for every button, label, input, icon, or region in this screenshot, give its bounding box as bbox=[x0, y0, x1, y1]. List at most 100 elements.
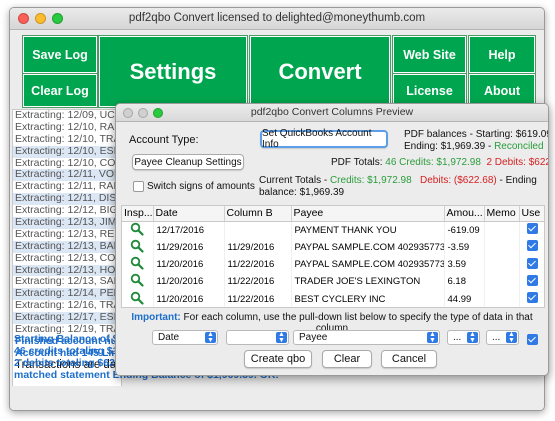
date-column-select[interactable]: Date ▲ ▼ bbox=[152, 330, 218, 345]
memo-column-select[interactable]: ... ▲ ▼ bbox=[486, 330, 519, 345]
switch-signs-checkbox[interactable] bbox=[133, 181, 144, 192]
help-button[interactable]: Help bbox=[468, 35, 536, 74]
memo-cell bbox=[484, 238, 520, 256]
inspect-magnifier-icon[interactable] bbox=[130, 291, 144, 305]
memo-cell bbox=[484, 255, 520, 274]
inspect-cell bbox=[122, 221, 154, 239]
dialog-titlebar: pdf2qbo Convert Columns Preview bbox=[116, 104, 548, 122]
payee-cell: PAYMENT THANK YOU bbox=[291, 221, 445, 239]
chevron-updown-icon: ▲ ▼ bbox=[506, 331, 517, 344]
payee-cell: PAYPAL SAMPLE.COM 4029357733 bbox=[291, 238, 445, 256]
amount-cell: 44.99 bbox=[444, 290, 485, 307]
inspect-magnifier-icon[interactable] bbox=[130, 273, 144, 288]
column-header[interactable]: Amou... bbox=[444, 206, 485, 222]
use-checkbox[interactable] bbox=[527, 292, 538, 304]
use-cell bbox=[519, 290, 544, 307]
use-cell bbox=[519, 255, 544, 274]
inspect-magnifier-icon[interactable] bbox=[130, 256, 144, 270]
inspect-magnifier-icon[interactable] bbox=[130, 239, 144, 253]
pdf-balances-ending: Ending: $1,969.39 - bbox=[404, 141, 495, 152]
column-header[interactable]: Use bbox=[519, 206, 544, 222]
amount-cell: -619.09 bbox=[444, 221, 485, 239]
use-checkbox[interactable] bbox=[527, 223, 538, 234]
pdf-balances-line1: PDF balances - Starting: $619.09, bbox=[404, 129, 549, 140]
save-log-button[interactable]: Save Log bbox=[22, 35, 98, 74]
column-b-cell: 11/22/2016 bbox=[224, 290, 292, 307]
column-b-cell: 11/22/2016 bbox=[224, 255, 292, 274]
amount-cell: 3.59 bbox=[444, 255, 485, 274]
amount-cell: -3.59 bbox=[444, 238, 485, 256]
column-b-select[interactable]: ▲ ▼ bbox=[226, 330, 289, 345]
pdf-totals-credits: 46 Credits: $1,972.98 bbox=[385, 157, 481, 168]
set-quickbooks-account-button[interactable]: Set QuickBooks Account Info bbox=[260, 128, 388, 150]
columns-table[interactable]: Insp... Date Column B Payee Amou... Memo Use 1… bbox=[121, 205, 545, 308]
column-b-cell bbox=[224, 221, 292, 239]
use-checkbox[interactable] bbox=[527, 274, 538, 286]
use-checkbox[interactable] bbox=[527, 257, 538, 269]
column-header[interactable]: Payee bbox=[291, 206, 445, 222]
table-row[interactable]: 11/20/2016 11/22/2016 PAYPAL SAMPLE.COM 40… bbox=[122, 255, 544, 274]
current-totals-prefix: Current Totals - bbox=[259, 175, 330, 186]
memo-cell bbox=[484, 290, 520, 307]
table-header-row: Insp... Date Column B Payee Amou... Memo Use bbox=[122, 206, 544, 222]
columns-preview-dialog: pdf2qbo Convert Columns Preview Account … bbox=[115, 103, 549, 376]
chevron-updown-icon: ▲ ▼ bbox=[467, 331, 478, 344]
cancel-button[interactable]: Cancel bbox=[381, 350, 437, 368]
settings-button[interactable]: Settings bbox=[98, 35, 248, 108]
table-row[interactable]: 11/29/2016 11/29/2016 PAYPAL SAMPLE.COM 40… bbox=[122, 238, 544, 256]
inspect-cell bbox=[122, 273, 154, 291]
inspect-cell bbox=[122, 238, 154, 256]
main-window-title: pdf2qbo Convert licensed to delighted@mo… bbox=[128, 12, 426, 24]
column-header[interactable]: Column B bbox=[224, 206, 292, 222]
checkmark-icon bbox=[527, 334, 538, 345]
memo-cell bbox=[484, 221, 520, 239]
use-all-checkbox[interactable] bbox=[527, 332, 538, 350]
use-checkbox[interactable] bbox=[527, 240, 538, 252]
payee-cell: BEST CYCLERY INC bbox=[291, 290, 445, 307]
chevron-updown-icon: ▲ ▼ bbox=[205, 331, 216, 344]
payee-cell: TRADER JOE'S LEXINGTON bbox=[291, 273, 445, 291]
use-cell bbox=[519, 238, 544, 256]
log-line: Extracting: 12/10, RALP bbox=[15, 120, 122, 133]
clear-button[interactable]: Clear bbox=[322, 350, 372, 368]
table-body: 12/17/2016 PAYMENT THANK YOU -619.09 11/29/… bbox=[122, 221, 544, 307]
reconciled-status: Reconciled bbox=[494, 141, 544, 152]
pdf-totals-label: PDF Totals: bbox=[331, 157, 383, 168]
log-line: Extracting: 12/10, ESI M bbox=[13, 144, 122, 158]
date-cell: 12/17/2016 bbox=[153, 221, 225, 239]
current-totals-debits: Debits: ($622.68) bbox=[420, 175, 497, 186]
pdf-balances-line2: Ending: $1,969.39 - Reconciled bbox=[404, 141, 544, 152]
column-header[interactable]: Date bbox=[153, 206, 225, 222]
table-row[interactable]: 12/17/2016 PAYMENT THANK YOU -619.09 bbox=[122, 221, 544, 239]
bottom-bar bbox=[10, 386, 544, 410]
inspect-cell bbox=[122, 255, 154, 274]
chevron-updown-icon: ▲ ▼ bbox=[276, 331, 287, 344]
date-cell: 11/29/2016 bbox=[153, 238, 225, 256]
payee-select-value: Payee bbox=[299, 332, 328, 343]
use-cell bbox=[519, 221, 544, 239]
pdf-totals: PDF Totals: 46 Credits: $1,972.98 2 Debi… bbox=[331, 157, 548, 168]
chevron-updown-icon: ▲ ▼ bbox=[427, 331, 438, 344]
payee-column-select[interactable]: Payee ▲ ▼ bbox=[293, 330, 440, 345]
clear-log-button[interactable]: Clear Log bbox=[22, 73, 98, 108]
amount-cell: 6.18 bbox=[444, 273, 485, 291]
memo-select-value: ... bbox=[492, 332, 501, 343]
amount-column-select[interactable]: ... ▲ ▼ bbox=[447, 330, 480, 345]
log-line: Extracting: 12/13, BAKE bbox=[13, 239, 122, 253]
date-cell: 11/20/2016 bbox=[153, 290, 225, 307]
column-b-cell: 11/29/2016 bbox=[224, 238, 292, 256]
column-b-cell: 11/22/2016 bbox=[224, 273, 292, 291]
table-row[interactable]: 11/20/2016 11/22/2016 TRADER JOE'S LEXINGT… bbox=[122, 273, 544, 291]
web-site-button[interactable]: Web Site bbox=[392, 35, 467, 74]
column-header[interactable]: Insp... bbox=[122, 206, 154, 222]
inspect-cell bbox=[122, 290, 154, 307]
date-select-value: Date bbox=[158, 332, 180, 343]
log-line: Extracting: 12/13, REEB bbox=[15, 227, 122, 240]
table-row[interactable]: 11/20/2016 11/22/2016 BEST CYCLERY INC 44.9… bbox=[122, 290, 544, 307]
payee-cleanup-settings-button[interactable]: Payee Cleanup Settings bbox=[132, 154, 244, 170]
payee-cell: PAYPAL SAMPLE.COM 4029357733 bbox=[291, 255, 445, 274]
inspect-magnifier-icon[interactable] bbox=[130, 222, 144, 236]
column-header[interactable]: Memo bbox=[484, 206, 520, 222]
convert-button[interactable]: Convert bbox=[249, 35, 391, 108]
create-qbo-button[interactable]: Create qbo bbox=[244, 350, 312, 368]
